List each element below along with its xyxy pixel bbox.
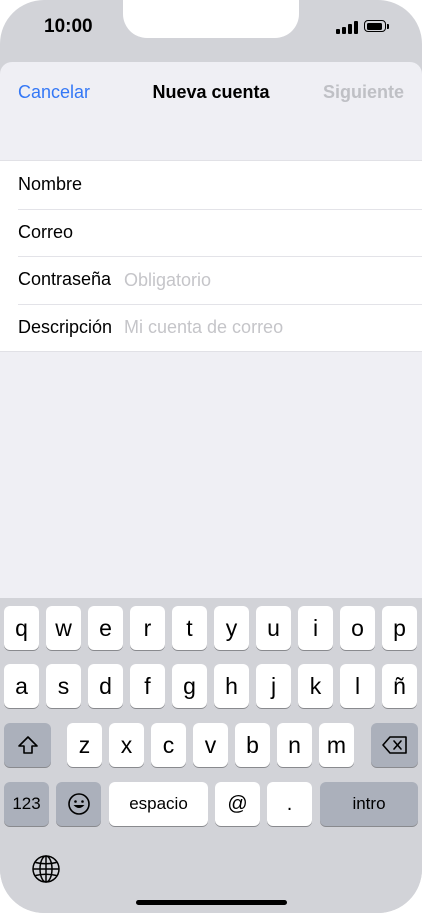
email-field-label: Correo: [18, 221, 74, 242]
keyboard: q w e r t y u i o p a s d f g h j k l ñ …: [0, 598, 422, 913]
status-bar: 10:00: [0, 0, 422, 62]
key-l[interactable]: l: [340, 664, 375, 708]
key-u[interactable]: u: [256, 606, 291, 650]
key-n[interactable]: n: [277, 723, 312, 767]
battery-icon: [364, 20, 389, 33]
home-indicator[interactable]: [136, 900, 287, 905]
return-key[interactable]: intro: [320, 782, 418, 826]
key-r[interactable]: r: [130, 606, 165, 650]
globe-icon[interactable]: [31, 854, 61, 884]
name-field[interactable]: [100, 170, 400, 200]
key-k[interactable]: k: [298, 664, 333, 708]
key-x[interactable]: x: [109, 723, 144, 767]
password-row[interactable]: Contraseña: [0, 256, 422, 304]
status-time: 10:00: [44, 16, 93, 37]
description-field-label: Descripción: [18, 316, 113, 337]
password-field-label: Contraseña: [18, 269, 112, 289]
next-button[interactable]: Siguiente: [323, 82, 404, 103]
shift-key[interactable]: [4, 723, 51, 767]
key-d[interactable]: d: [88, 664, 123, 708]
key-m[interactable]: m: [319, 723, 354, 767]
cancel-button[interactable]: Cancelar: [18, 82, 90, 103]
key-i[interactable]: i: [298, 606, 333, 650]
key-w[interactable]: w: [46, 606, 81, 650]
key-p[interactable]: p: [382, 606, 417, 650]
description-row[interactable]: Descripción: [0, 303, 422, 352]
key-o[interactable]: o: [340, 606, 375, 650]
name-field-label: Nombre: [18, 174, 83, 194]
key-h[interactable]: h: [214, 664, 249, 708]
key-t[interactable]: t: [172, 606, 207, 650]
dot-key[interactable]: .: [267, 782, 312, 826]
emoji-icon: [67, 793, 90, 815]
key-e[interactable]: e: [88, 606, 123, 650]
email-row[interactable]: Correo: [0, 208, 422, 257]
new-account-sheet: Cancelar Nueva cuenta Siguiente Nombre C…: [0, 62, 422, 600]
email-field[interactable]: [100, 217, 400, 248]
key-q[interactable]: q: [4, 606, 39, 650]
delete-key[interactable]: [371, 723, 418, 767]
shift-icon: [17, 736, 38, 754]
navigation-bar: Cancelar Nueva cuenta Siguiente: [0, 62, 422, 122]
key-s[interactable]: s: [46, 664, 81, 708]
account-form: Nombre Correo Contraseña Descripción: [0, 160, 422, 352]
key-c[interactable]: c: [151, 723, 186, 767]
notch: [123, 0, 299, 38]
cellular-signal-icon: [336, 21, 358, 34]
backspace-icon: [381, 736, 407, 754]
at-key[interactable]: @: [215, 782, 260, 826]
key-v[interactable]: v: [193, 723, 228, 767]
key-g[interactable]: g: [172, 664, 207, 708]
space-key[interactable]: espacio: [109, 782, 208, 826]
name-row[interactable]: Nombre: [0, 161, 422, 209]
phone-screen: 10:00 Cancelar Nueva cuenta Siguiente No…: [0, 0, 422, 913]
password-field[interactable]: [124, 265, 404, 295]
numbers-key[interactable]: 123: [4, 782, 49, 826]
key-n-tilde[interactable]: ñ: [382, 664, 417, 708]
key-y[interactable]: y: [214, 606, 249, 650]
emoji-key[interactable]: [56, 782, 101, 826]
key-a[interactable]: a: [4, 664, 39, 708]
key-z[interactable]: z: [67, 723, 102, 767]
key-j[interactable]: j: [256, 664, 291, 708]
key-f[interactable]: f: [130, 664, 165, 708]
description-field[interactable]: [124, 312, 404, 343]
key-b[interactable]: b: [235, 723, 270, 767]
